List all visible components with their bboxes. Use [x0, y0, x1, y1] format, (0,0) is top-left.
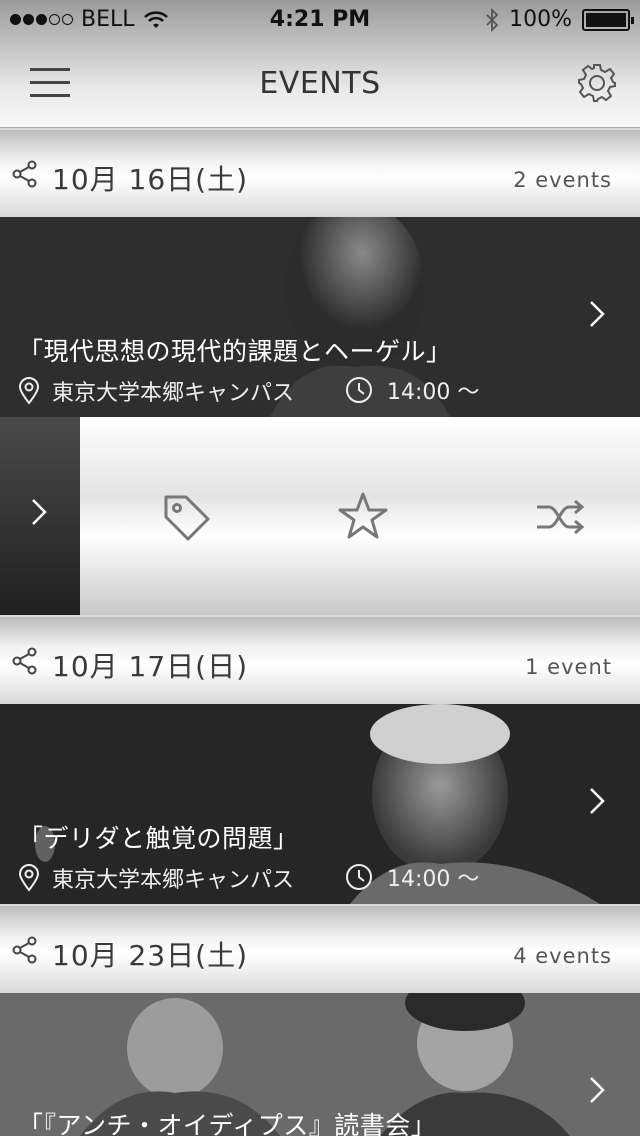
day-header: 10月 23日(土) 4 events	[0, 906, 640, 994]
top-bar: BELL 4:21 PM 100% EVENTS	[0, 0, 640, 128]
event-count: 2 events	[513, 168, 612, 192]
share-icon[interactable]	[12, 936, 38, 964]
battery-percent: 100%	[509, 7, 572, 32]
event-count: 4 events	[513, 944, 612, 968]
event-time: 14:00 〜	[345, 374, 479, 406]
chevron-right-icon	[590, 1077, 605, 1103]
event-count: 1 event	[525, 655, 612, 679]
chevron-right-icon	[590, 788, 605, 814]
event-card[interactable]: 「デリダと触覚の問題」 東京大学本郷キャンパス 14:00 〜	[0, 704, 640, 904]
location-label: 東京大学本郷キャンパス	[52, 381, 295, 406]
day-date: 10月 17日(日)	[52, 650, 249, 683]
event-time: 14:00 〜	[345, 861, 479, 893]
status-right: 100%	[485, 7, 634, 32]
time-label: 14:00 〜	[387, 867, 480, 892]
event-location: 東京大学本郷キャンパス	[18, 375, 294, 407]
day-date: 10月 23日(土)	[52, 939, 249, 972]
location-label: 東京大学本郷キャンパス	[52, 868, 295, 893]
day-header: 10月 17日(日) 1 event	[0, 617, 640, 705]
page-title: EVENTS	[259, 66, 381, 101]
share-icon[interactable]	[12, 160, 38, 188]
clock-icon	[346, 377, 372, 403]
location-pin-icon	[18, 377, 40, 405]
event-card[interactable]: 「現代思想の現代的課題とヘーゲル」 東京大学本郷キャンパス 14:00 〜	[0, 217, 640, 417]
bluetooth-icon	[486, 7, 499, 32]
star-icon[interactable]	[335, 489, 391, 545]
event-card[interactable]: 「『アンチ・オイディプス』読書会」	[0, 993, 640, 1136]
tag-icon[interactable]	[158, 489, 214, 545]
day-header: 10月 16日(土) 2 events	[0, 130, 640, 218]
clock-icon	[346, 864, 372, 890]
gear-icon[interactable]	[576, 62, 618, 104]
time-label: 14:00 〜	[387, 380, 480, 405]
nav-bar: EVENTS	[0, 40, 640, 128]
share-icon[interactable]	[12, 647, 38, 675]
action-panel	[80, 417, 640, 615]
event-location: 東京大学本郷キャンパス	[18, 862, 294, 894]
event-action-row	[0, 417, 640, 615]
day-date: 10月 16日(土)	[52, 163, 249, 196]
status-bar: BELL 4:21 PM 100%	[0, 0, 640, 40]
chevron-right-icon	[590, 301, 605, 327]
chevron-right-icon	[32, 499, 47, 525]
collapse-actions-button[interactable]	[0, 417, 80, 615]
event-title: 「『アンチ・オイディプス』読書会」	[18, 1111, 437, 1136]
event-title: 「デリダと触覚の問題」	[18, 824, 299, 853]
battery-icon	[582, 8, 634, 31]
location-pin-icon	[18, 864, 40, 892]
shuffle-icon[interactable]	[533, 489, 589, 545]
event-title: 「現代思想の現代的課題とヘーゲル」	[18, 337, 452, 366]
